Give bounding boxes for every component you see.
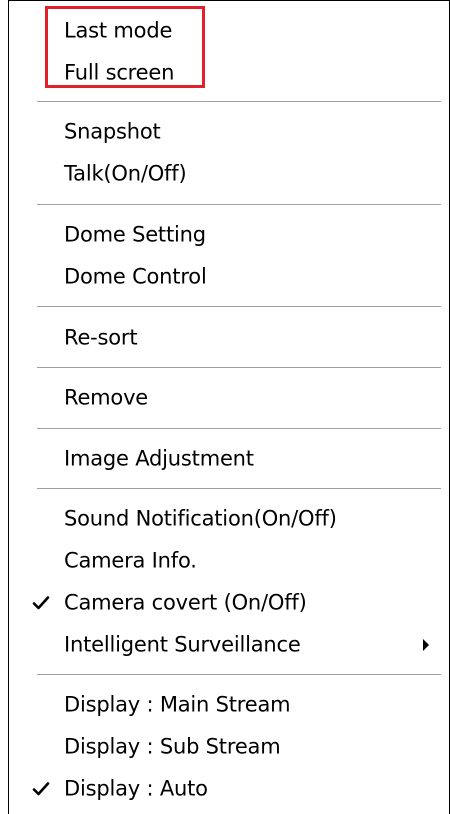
menu-separator [37,204,441,206]
menu-item-remove[interactable]: Remove [9,377,449,419]
menu-item-label: Talk(On/Off) [64,161,187,186]
submenu-arrow-icon [423,639,429,651]
menu-item-intelligent-surveillance[interactable]: Intelligent Surveillance [9,624,449,666]
menu-item-camera-covert[interactable]: Camera covert (On/Off) [9,582,449,624]
menu-separator [37,428,441,430]
menu-item-re-sort[interactable]: Re-sort [9,317,449,359]
menu-separator [37,674,441,676]
menu-item-label: Dome Control [64,264,207,289]
menu-separator [37,488,441,490]
menu-item-full-screen[interactable]: Full screen [9,52,449,94]
menu-item-snapshot[interactable]: Snapshot [9,111,449,153]
menu-item-sound-notification[interactable]: Sound Notification(On/Off) [9,498,449,540]
check-icon [32,596,50,610]
check-icon [32,782,50,796]
menu-item-display-auto[interactable]: Display : Auto [9,768,449,810]
menu-item-label: Image Adjustment [64,446,254,471]
menu-item-label: Dome Setting [64,222,206,247]
menu-item-image-adjustment[interactable]: Image Adjustment [9,438,449,480]
menu-item-display-sub-stream[interactable]: Display : Sub Stream [9,726,449,768]
menu-item-label: Intelligent Surveillance [64,632,301,657]
menu-item-dome-setting[interactable]: Dome Setting [9,214,449,256]
menu-item-label: Display : Main Stream [64,692,291,717]
menu-item-talk[interactable]: Talk(On/Off) [9,153,449,195]
menu-item-label: Re-sort [64,325,138,350]
menu-separator [37,101,441,103]
menu-item-label: Last mode [64,18,173,43]
menu-item-camera-info[interactable]: Camera Info. [9,540,449,582]
context-menu: Last mode Full screen Snapshot Talk(On/O… [8,0,450,814]
menu-item-label: Full screen [64,60,175,85]
menu-separator [37,367,441,369]
menu-item-label: Display : Auto [64,776,208,801]
menu-item-last-mode[interactable]: Last mode [9,10,449,52]
menu-item-display-main-stream[interactable]: Display : Main Stream [9,684,449,726]
menu-item-label: Camera covert (On/Off) [64,590,307,615]
menu-item-label: Remove [64,385,149,410]
menu-separator [37,306,441,308]
menu-item-dome-control[interactable]: Dome Control [9,256,449,298]
menu-item-label: Snapshot [64,119,161,144]
menu-item-label: Display : Sub Stream [64,734,281,759]
menu-item-label: Sound Notification(On/Off) [64,506,337,531]
menu-item-label: Camera Info. [64,548,197,573]
